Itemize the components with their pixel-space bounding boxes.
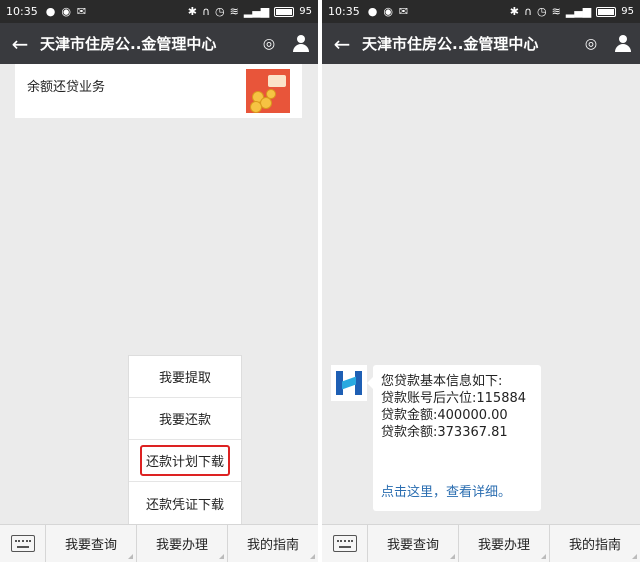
- menu-item-repayment-plan-download[interactable]: 还款计划下载: [129, 440, 241, 482]
- menu-guide[interactable]: 我的指南: [550, 525, 640, 562]
- message-line: 您贷款基本信息如下:: [381, 374, 503, 389]
- details-link[interactable]: 点击这里，查看详细。: [381, 484, 511, 501]
- battery-icon: [274, 6, 295, 17]
- ear-icon[interactable]: ◎: [254, 36, 284, 52]
- menu-query[interactable]: 我要查询: [368, 525, 459, 562]
- page-title: 天津市住房公..金管理中心: [362, 35, 539, 53]
- message-line: 贷款账号后六位:115884: [381, 391, 527, 406]
- page-title: 天津市住房公..金管理中心: [40, 35, 217, 53]
- menu-item-repayment-voucher-download[interactable]: 还款凭证下载: [129, 482, 241, 524]
- right-screen: 10:35 ● ◉ ✉ ✱ ∩ ◷ ≋ ▂▄▆ 95 ← 天津市住房公..金管理…: [322, 0, 640, 562]
- coins-thumbnail: [246, 69, 290, 113]
- signal-icon: ▂▄▆: [565, 5, 592, 18]
- bluetooth-icon: ✱: [509, 5, 519, 18]
- mail-icon: ✉: [398, 5, 409, 18]
- account-avatar[interactable]: [331, 365, 367, 401]
- headphones-icon: ∩: [523, 5, 533, 18]
- message-line: 贷款余额:373367.81: [381, 425, 508, 440]
- keyboard-toggle[interactable]: [0, 525, 46, 562]
- news-card[interactable]: 余额还贷业务: [15, 64, 302, 118]
- status-bar: 10:35 ● ◉ ✉ ✱ ∩ ◷ ≋ ▂▄▆ 95: [0, 0, 318, 23]
- weibo-icon: ◉: [61, 5, 71, 18]
- status-bar: 10:35 ● ◉ ✉ ✱ ∩ ◷ ≋ ▂▄▆ 95: [322, 0, 640, 23]
- menu-handle[interactable]: 我要办理: [459, 525, 550, 562]
- bottom-menu-bar: 我要查询 我要办理 我的指南: [0, 524, 318, 562]
- chat-bubble-icon: ●: [367, 5, 378, 18]
- bluetooth-icon: ✱: [187, 5, 197, 18]
- hf-logo-icon: [336, 371, 362, 395]
- person-icon: [292, 34, 310, 53]
- submenu-popup: 我要提取 我要还款 还款计划下载 还款凭证下载: [128, 355, 242, 525]
- person-icon: [614, 34, 632, 53]
- chat-bubble-icon: ●: [45, 5, 56, 18]
- card-title: 余额还贷业务: [27, 79, 106, 95]
- left-screen: 10:35 ● ◉ ✉ ✱ ∩ ◷ ≋ ▂▄▆ 95 ← 天津市住房公..金管理…: [0, 0, 318, 562]
- menu-handle[interactable]: 我要办理: [137, 525, 228, 562]
- keyboard-icon: [332, 535, 357, 552]
- battery-level: 95: [621, 6, 634, 17]
- status-time: 10:35: [6, 5, 38, 18]
- weibo-icon: ◉: [383, 5, 393, 18]
- battery-icon: [596, 6, 617, 17]
- back-arrow-icon[interactable]: ←: [0, 32, 40, 56]
- battery-level: 95: [299, 6, 312, 17]
- message-bubble: 您贷款基本信息如下: 贷款账号后六位:115884 贷款金额:400000.00…: [367, 365, 541, 511]
- alarm-icon: ◷: [537, 5, 547, 18]
- status-time: 10:35: [328, 5, 360, 18]
- nav-bar: ← 天津市住房公..金管理中心 ◎: [322, 23, 640, 64]
- menu-guide[interactable]: 我的指南: [228, 525, 318, 562]
- message-line: 贷款金额:400000.00: [381, 408, 508, 423]
- keyboard-icon: [10, 535, 35, 552]
- signal-icon: ▂▄▆: [243, 5, 270, 18]
- keyboard-toggle[interactable]: [322, 525, 368, 562]
- back-arrow-icon[interactable]: ←: [322, 32, 362, 56]
- menu-item-repay[interactable]: 我要还款: [129, 398, 241, 440]
- wifi-icon: ≋: [229, 5, 239, 18]
- profile-button[interactable]: [606, 34, 640, 53]
- wifi-icon: ≋: [551, 5, 561, 18]
- profile-button[interactable]: [284, 34, 318, 53]
- ear-icon[interactable]: ◎: [576, 36, 606, 52]
- bottom-menu-bar: 我要查询 我要办理 我的指南: [322, 524, 640, 562]
- mail-icon: ✉: [76, 5, 87, 18]
- headphones-icon: ∩: [201, 5, 211, 18]
- alarm-icon: ◷: [215, 5, 225, 18]
- menu-query[interactable]: 我要查询: [46, 525, 137, 562]
- screenshot-pair: 10:35 ● ◉ ✉ ✱ ∩ ◷ ≋ ▂▄▆ 95 ← 天津市住房公..金管理…: [0, 0, 640, 562]
- nav-bar: ← 天津市住房公..金管理中心 ◎: [0, 23, 318, 64]
- menu-item-withdraw[interactable]: 我要提取: [129, 356, 241, 398]
